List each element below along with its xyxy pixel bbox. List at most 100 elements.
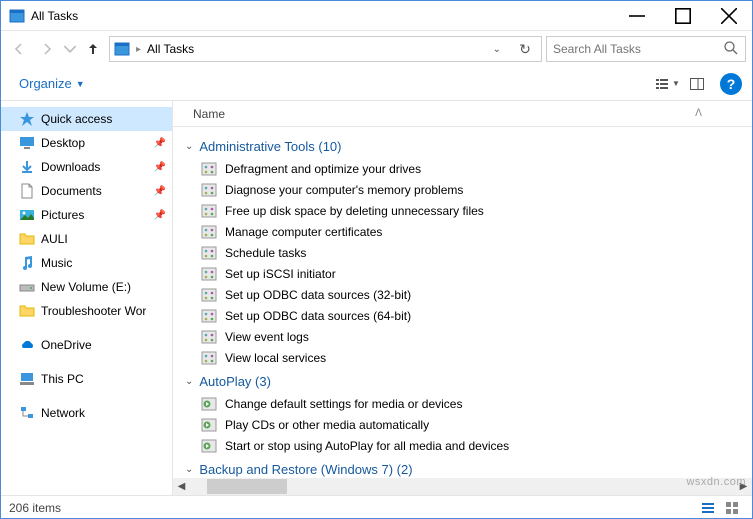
control-panel-icon [201, 266, 217, 282]
control-panel-icon [201, 182, 217, 198]
recent-button[interactable] [63, 37, 77, 61]
sidebar-item-label: Network [41, 406, 85, 420]
item-label: View local services [225, 351, 326, 365]
location-icon [114, 41, 130, 57]
minimize-button[interactable] [614, 1, 660, 31]
list-item[interactable]: Schedule tasks [185, 242, 752, 263]
sidebar: Quick access Desktop 📌 Downloads 📌 Docum… [1, 101, 173, 495]
back-button[interactable] [7, 37, 31, 61]
item-count: 206 items [9, 501, 61, 515]
item-label: Free up disk space by deleting unnecessa… [225, 204, 484, 218]
organize-button[interactable]: Organize ▼ [11, 72, 93, 95]
preview-pane-button[interactable] [682, 71, 712, 97]
control-panel-icon [201, 396, 217, 412]
list-item[interactable]: Defragment and optimize your drives [185, 158, 752, 179]
sidebar-item-desktop[interactable]: Desktop 📌 [1, 131, 172, 155]
view-details-button[interactable] [696, 498, 720, 518]
list-item[interactable]: Manage computer certificates [185, 221, 752, 242]
sidebar-item-downloads[interactable]: Downloads 📌 [1, 155, 172, 179]
sidebar-item-pictures[interactable]: Pictures 📌 [1, 203, 172, 227]
sidebar-network[interactable]: Network [1, 401, 172, 425]
list-item[interactable]: Set up ODBC data sources (32-bit) [185, 284, 752, 305]
group-header[interactable]: ⌄AutoPlay (3) [185, 368, 752, 393]
list-item[interactable]: Set up ODBC data sources (64-bit) [185, 305, 752, 326]
item-label: Manage computer certificates [225, 225, 382, 239]
list-item[interactable]: Change default settings for media or dev… [185, 393, 752, 414]
folder-icon [19, 231, 35, 247]
search-icon[interactable] [723, 40, 739, 59]
control-panel-icon [201, 224, 217, 240]
pin-icon: 📌 [154, 186, 166, 197]
control-panel-icon [201, 287, 217, 303]
item-label: Start or stop using AutoPlay for all med… [225, 439, 509, 453]
list-item[interactable]: Free up disk space by deleting unnecessa… [185, 200, 752, 221]
address-dropdown-icon[interactable]: ⌄ [487, 44, 507, 55]
list-item[interactable]: Start or stop using AutoPlay for all med… [185, 435, 752, 456]
chevron-down-icon: ⌄ [185, 464, 193, 475]
pin-icon: 📌 [154, 138, 166, 149]
item-label: Set up ODBC data sources (32-bit) [225, 288, 411, 302]
sidebar-item-music[interactable]: Music [1, 251, 172, 275]
breadcrumb[interactable]: All Tasks [147, 42, 194, 56]
documents-icon [19, 183, 35, 199]
search-box[interactable] [546, 36, 746, 62]
item-label: Change default settings for media or dev… [225, 397, 462, 411]
sidebar-item-label: Documents [41, 184, 102, 198]
sidebar-item-label: OneDrive [41, 338, 92, 352]
column-name[interactable]: Name [193, 107, 695, 121]
folder-icon [19, 303, 35, 319]
drive-icon [19, 279, 35, 295]
window-title: All Tasks [31, 9, 614, 23]
scroll-thumb[interactable] [207, 479, 287, 494]
maximize-button[interactable] [660, 1, 706, 31]
group-header[interactable]: ⌄ Administrative Tools (10) [185, 133, 752, 158]
sidebar-onedrive[interactable]: OneDrive [1, 333, 172, 357]
help-button[interactable]: ? [720, 73, 742, 95]
list-item[interactable]: Set up iSCSI initiator [185, 263, 752, 284]
sidebar-item-troubleshooter[interactable]: Troubleshooter Wor [1, 299, 172, 323]
sidebar-item-label: Troubleshooter Wor [41, 304, 146, 318]
chevron-down-icon: ⌄ [185, 141, 193, 152]
sidebar-item-documents[interactable]: Documents 📌 [1, 179, 172, 203]
list-item[interactable]: View event logs [185, 326, 752, 347]
control-panel-icon [201, 161, 217, 177]
chevron-down-icon: ⌄ [185, 376, 193, 387]
sidebar-item-volume-e[interactable]: New Volume (E:) [1, 275, 172, 299]
downloads-icon [19, 159, 35, 175]
address-bar[interactable]: ▸ All Tasks ⌄ ↻ [109, 36, 542, 62]
list-item[interactable]: View local services [185, 347, 752, 368]
sidebar-this-pc[interactable]: This PC [1, 367, 172, 391]
horizontal-scrollbar[interactable]: ◀ ▶ [173, 478, 752, 495]
close-button[interactable] [706, 1, 752, 31]
control-panel-icon [201, 417, 217, 433]
status-bar: 206 items [1, 495, 752, 519]
forward-button[interactable] [35, 37, 59, 61]
organize-label: Organize [19, 76, 72, 91]
scroll-left-icon[interactable]: ◀ [173, 481, 190, 492]
sidebar-item-label: Downloads [41, 160, 100, 174]
group-title: Administrative Tools (10) [199, 139, 341, 154]
search-input[interactable] [553, 42, 723, 56]
refresh-button[interactable]: ↻ [513, 37, 537, 61]
content-pane: Name ᐱ ⌄ Administrative Tools (10) Defragm… [173, 101, 752, 495]
group-title: Backup and Restore (Windows 7) (2) [199, 462, 412, 477]
column-header[interactable]: Name ᐱ [173, 101, 752, 127]
list-item[interactable]: Diagnose your computer's memory problems [185, 179, 752, 200]
group-header[interactable]: ⌄ Backup and Restore (Windows 7) (2) [185, 456, 752, 478]
view-options-button[interactable]: ▼ [652, 71, 682, 97]
pin-icon: 📌 [154, 210, 166, 221]
item-label: Defragment and optimize your drives [225, 162, 421, 176]
item-label: Set up iSCSI initiator [225, 267, 336, 281]
pictures-icon [19, 207, 35, 223]
control-panel-icon [201, 438, 217, 454]
list-item[interactable]: Play CDs or other media automatically [185, 414, 752, 435]
sidebar-item-auli[interactable]: AULI [1, 227, 172, 251]
sidebar-item-label: New Volume (E:) [41, 280, 131, 294]
sidebar-item-label: This PC [41, 372, 84, 386]
view-large-button[interactable] [720, 498, 744, 518]
up-button[interactable] [81, 37, 105, 61]
sidebar-quick-access[interactable]: Quick access [1, 107, 172, 131]
toolbar: Organize ▼ ▼ ? [1, 67, 752, 101]
nav-bar: ▸ All Tasks ⌄ ↻ [1, 31, 752, 67]
item-label: Play CDs or other media automatically [225, 418, 429, 432]
